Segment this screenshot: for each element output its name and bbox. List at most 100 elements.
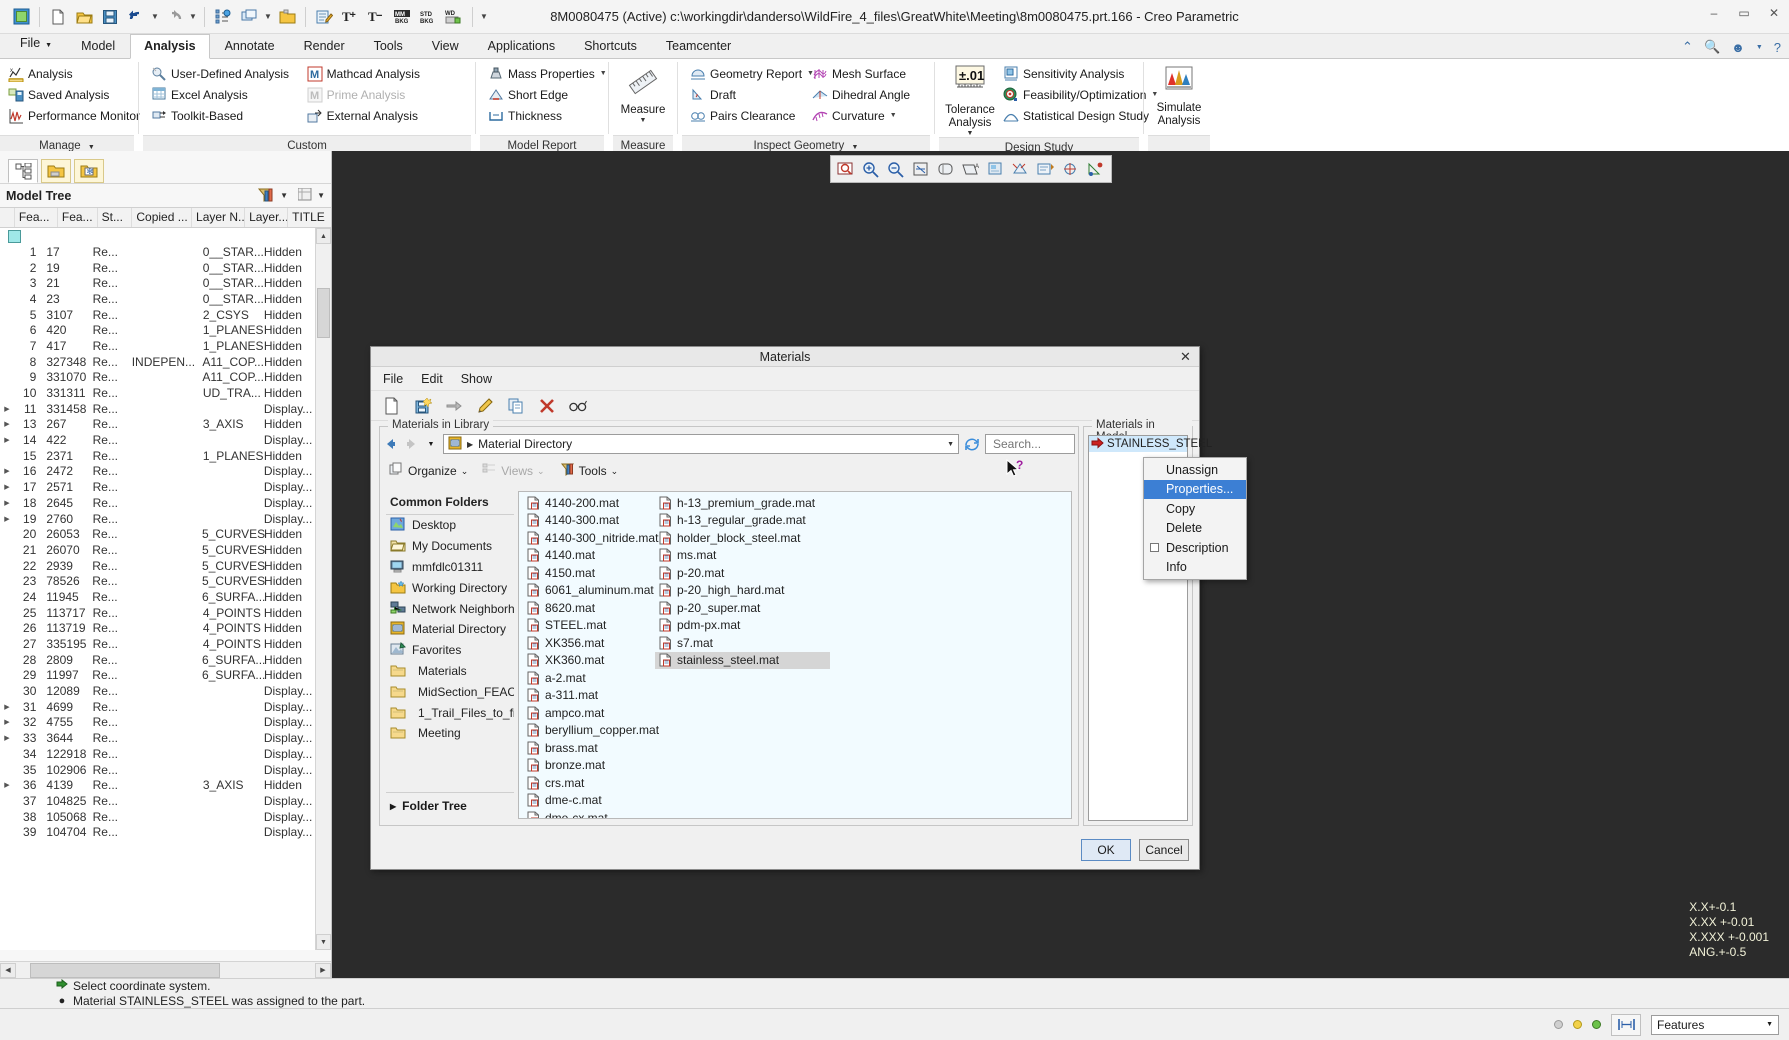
ribbon-item-performance-monitor[interactable]: Performance Monitor — [6, 105, 146, 126]
list-item[interactable]: holder_block_steel.mat — [655, 529, 830, 547]
app-icon[interactable] — [8, 4, 34, 30]
folder-list-item[interactable]: My Documents — [386, 536, 514, 557]
horizontal-scroll-thumb[interactable] — [30, 962, 220, 978]
folder-list-item[interactable]: MidSection_FEACreo2 — [386, 681, 514, 702]
list-item[interactable]: ampco.mat — [523, 704, 693, 722]
help-icon[interactable]: ? — [1774, 40, 1781, 55]
ribbon-item-feasibility-optimization[interactable]: Feasibility/Optimization ▼ — [1001, 84, 1158, 105]
table-row[interactable]: 15 2371 Re... 1_PLANES Hidden — [0, 448, 315, 464]
text-minus-icon[interactable]: T − — [363, 4, 389, 30]
table-row[interactable]: 37 104825 Re... Display... — [0, 793, 315, 809]
menu-show[interactable]: Show — [461, 372, 492, 386]
organize-chevron-down-icon[interactable]: ⌄ — [461, 466, 469, 477]
list-item[interactable]: p-20_high_hard.mat — [655, 582, 830, 600]
maximize-button[interactable]: ▭ — [1735, 6, 1753, 20]
tab-render[interactable]: Render — [290, 34, 359, 58]
material-file-list[interactable]: 4140-200.mat 4140-300.mat 4140-300_nitride… — [518, 491, 1072, 819]
table-row[interactable]: 30 12089 Re... Display... — [0, 683, 315, 699]
list-item[interactable]: a-311.mat — [523, 687, 693, 705]
list-item[interactable]: ms.mat — [655, 547, 830, 565]
folder-tree-toggle[interactable]: ▶ Folder Tree — [386, 792, 514, 819]
model-tree-col-title[interactable]: TITLE — [288, 208, 331, 227]
table-row[interactable]: 29 11997 Re... 6_SURFA... Hidden — [0, 668, 315, 684]
ribbon-item-dihedral-angle[interactable]: Dihedral Angle — [810, 84, 924, 105]
view-manager-icon[interactable] — [1010, 158, 1032, 180]
open-folder-icon[interactable] — [274, 4, 300, 30]
list-item[interactable]: dme-c.mat — [523, 792, 693, 810]
table-row[interactable]: 9 331070 Re... A11_COP... Hidden — [0, 370, 315, 386]
folder-list-item[interactable]: Material Directory — [386, 619, 514, 640]
ribbon-item-toolkit-based[interactable]: Toolkit-Based — [149, 105, 305, 126]
table-row[interactable]: 3 21 Re... 0__STAR... Hidden — [0, 275, 315, 291]
ribbon-item-thickness[interactable]: Thickness — [486, 105, 613, 126]
materials-dialog[interactable]: Materials ✕ File Edit Show Materials in … — [370, 346, 1212, 870]
assign-material-icon[interactable] — [443, 395, 465, 417]
ok-button[interactable]: OK — [1081, 839, 1131, 861]
regenerate-icon[interactable] — [210, 4, 236, 30]
model-tree-tab[interactable] — [8, 159, 38, 183]
expand-arrow-icon[interactable]: ▶ — [0, 467, 14, 475]
ribbon-item-sensitivity-analysis[interactable]: Sensitivity Analysis — [1001, 63, 1133, 84]
model-tree-col-2[interactable]: St... — [98, 208, 133, 227]
expand-arrow-icon[interactable]: ▶ — [0, 499, 14, 507]
expand-arrow-icon[interactable]: ▶ — [0, 718, 14, 726]
folder-list-item[interactable]: Favorites — [386, 640, 514, 661]
table-row[interactable]: 35 102906 Re... Display... — [0, 762, 315, 778]
tree-filter-icon[interactable] — [256, 186, 274, 206]
annotation-display-icon[interactable] — [1035, 158, 1057, 180]
table-row[interactable]: ▶ 13 267 Re... 3_AXIS Hidden — [0, 417, 315, 433]
tree-display-icon[interactable] — [297, 187, 312, 204]
model-tree-vertical-scrollbar[interactable]: ▲ ▼ — [315, 228, 331, 950]
inspect-geometry-dropdown[interactable]: ▼ — [852, 144, 859, 151]
table-row[interactable]: 25 113717 Re... 4_POINTS Hidden — [0, 605, 315, 621]
tools-button[interactable]: Tools ⌄ — [559, 462, 618, 480]
new-material-icon[interactable] — [381, 395, 403, 417]
scroll-right-arrow[interactable]: ▶ — [315, 962, 331, 978]
expand-arrow-icon[interactable]: ▶ — [0, 436, 14, 444]
table-row[interactable]: 4 23 Re... 0__STAR... Hidden — [0, 291, 315, 307]
context-menu-item-info[interactable]: Info — [1144, 558, 1246, 578]
table-row[interactable]: 26 113719 Re... 4_POINTS Hidden — [0, 621, 315, 637]
undo-icon[interactable] — [123, 4, 149, 30]
expand-arrow-icon[interactable]: ▶ — [0, 483, 14, 491]
ribbon-item-analysis[interactable]: x Analysis — [6, 63, 146, 84]
list-item[interactable]: dme-cx.mat — [523, 809, 693, 818]
table-row[interactable]: ▶ 33 3644 Re... Display... — [0, 730, 315, 746]
table-row[interactable]: 2 19 Re... 0__STAR... Hidden — [0, 260, 315, 276]
favorites-tab[interactable]: ✻ — [74, 159, 104, 183]
ribbon-item-mathcad-analysis[interactable]: M Mathcad Analysis — [305, 63, 465, 84]
context-menu-item-properties[interactable]: Properties... — [1144, 479, 1246, 499]
table-row[interactable]: ▶ 16 2472 Re... Display... — [0, 464, 315, 480]
list-item[interactable]: brass.mat — [523, 739, 693, 757]
table-row[interactable]: 7 417 Re... 1_PLANES Hidden — [0, 338, 315, 354]
search-field[interactable] — [991, 436, 1069, 452]
redo-dropdown[interactable]: ▼ — [187, 6, 199, 28]
table-row[interactable]: ▶ 14 422 Re... Display... — [0, 432, 315, 448]
selection-filter-dropdown[interactable]: Features ▼ — [1651, 1014, 1779, 1035]
close-icon[interactable]: ✕ — [1178, 349, 1193, 364]
zoom-out-icon[interactable] — [885, 158, 907, 180]
table-row[interactable]: 24 11945 Re... 6_SURFA... Hidden — [0, 589, 315, 605]
context-menu-item-unassign[interactable]: Unassign — [1144, 460, 1246, 480]
horizontal-scroll-track[interactable] — [16, 962, 315, 978]
account-icon[interactable]: ☻ — [1731, 40, 1745, 55]
ribbon-item-external-analysis[interactable]: External Analysis — [305, 105, 465, 126]
menu-file[interactable]: File — [383, 372, 403, 386]
close-button[interactable]: ✕ — [1765, 6, 1783, 20]
model-tree-horizontal-scrollbar[interactable]: ◀ ▶ — [0, 961, 331, 978]
ribbon-item-draft[interactable]: Draft — [688, 84, 810, 105]
table-row[interactable]: ▶ 11 331458 Re... Display... — [0, 401, 315, 417]
ribbon-item-saved-analysis[interactable]: Saved Analysis — [6, 84, 146, 105]
ribbon-item-user-defined-analysis[interactable]: User-Defined Analysis — [149, 63, 305, 84]
table-row[interactable]: 28 2809 Re... 6_SURFA... Hidden — [0, 652, 315, 668]
context-menu-item-copy[interactable]: Copy — [1144, 499, 1246, 519]
back-arrow-icon[interactable] — [383, 436, 399, 452]
ribbon-item-pairs-clearance[interactable]: Pairs Clearance — [688, 105, 810, 126]
table-row[interactable]: 21 26070 Re... 5_CURVES Hidden — [0, 542, 315, 558]
scroll-down-arrow[interactable]: ▼ — [316, 934, 331, 950]
table-row[interactable]: 8 327348 Re... INDEPEN... A11_COP... Hidden — [0, 354, 315, 370]
minimize-ribbon-icon[interactable]: ⌃ — [1682, 39, 1693, 55]
redo-icon[interactable] — [161, 4, 187, 30]
list-item[interactable]: beryllium_copper.mat — [523, 722, 693, 740]
list-item[interactable]: h-13_regular_grade.mat — [655, 512, 830, 530]
